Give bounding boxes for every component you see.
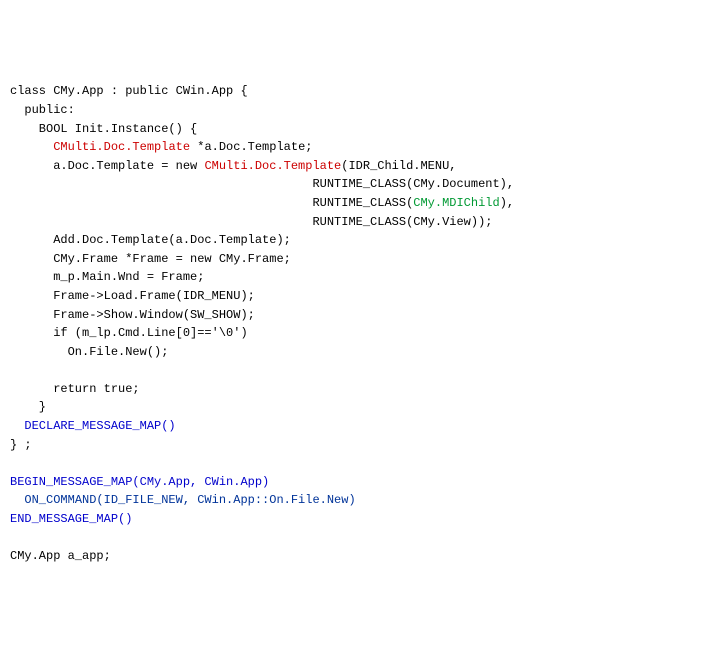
code-line: Frame->Show.Window(SW_SHOW); [10, 308, 255, 322]
code-line: return true; [10, 382, 140, 396]
code-line: Frame->Load.Frame(IDR_MENU); [10, 289, 255, 303]
code-line: Add.Doc.Template(a.Doc.Template); [10, 233, 291, 247]
code-line: RUNTIME_CLASS(CMy.Document), [10, 177, 514, 191]
code-line: BOOL Init.Instance() { [10, 122, 197, 136]
macro: ON_COMMAND(ID_FILE_NEW, CWin.App::On.Fil… [24, 493, 355, 507]
macro: BEGIN_MESSAGE_MAP(CMy.App, CWin.App) [10, 475, 269, 489]
code-line: class CMy.App : public CWin.App { [10, 84, 248, 98]
code-line: (IDR_Child.MENU, [341, 159, 456, 173]
code-line: On.File.New(); [10, 345, 168, 359]
type-name: CMulti.Doc.Template [53, 140, 190, 154]
code-line: public: [10, 103, 75, 117]
code-line: a.Doc.Template = new [10, 159, 204, 173]
code-line: RUNTIME_CLASS(CMy.View)); [10, 215, 492, 229]
code-line [10, 493, 24, 507]
code-line [10, 140, 53, 154]
macro: DECLARE_MESSAGE_MAP() [24, 419, 175, 433]
code-line: if (m_lp.Cmd.Line[0]=='\0') [10, 326, 248, 340]
code-line [10, 419, 24, 433]
macro: END_MESSAGE_MAP() [10, 512, 132, 526]
code-line: } ; [10, 438, 32, 452]
code-listing: class CMy.App : public CWin.App { public… [10, 82, 710, 565]
code-line: CMy.App a_app; [10, 549, 111, 563]
code-line: } [10, 400, 46, 414]
type-name: CMy.MDIChild [413, 196, 499, 210]
code-line: CMy.Frame *Frame = new CMy.Frame; [10, 252, 291, 266]
code-line: *a.Doc.Template; [190, 140, 312, 154]
code-line: RUNTIME_CLASS( [10, 196, 413, 210]
code-line: ), [500, 196, 514, 210]
code-line: m_p.Main.Wnd = Frame; [10, 270, 204, 284]
type-name: CMulti.Doc.Template [204, 159, 341, 173]
